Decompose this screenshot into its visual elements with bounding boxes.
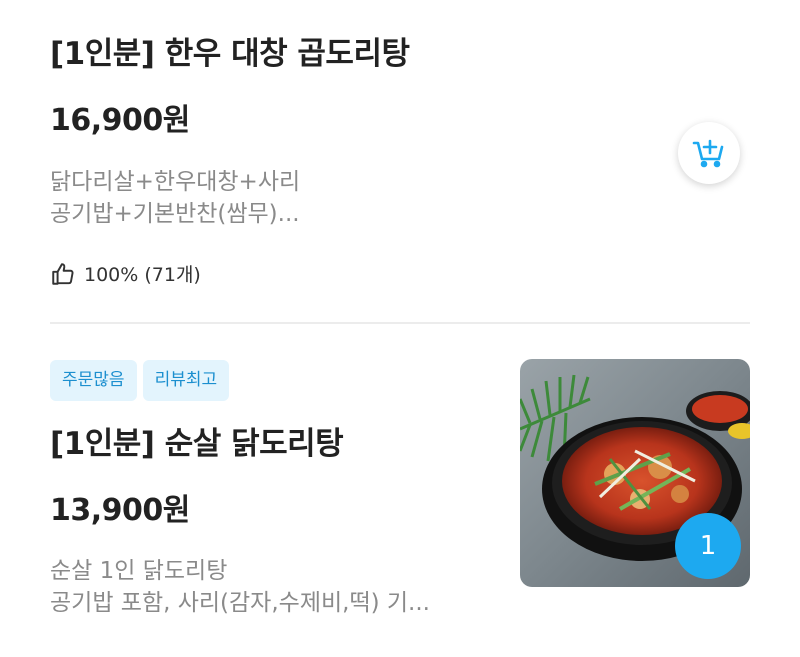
rating: 100% (71개) xyxy=(50,260,201,287)
description-line: 닭다리살+한우대창+사리 xyxy=(50,169,301,195)
description-line: 공기밥+기본반찬(쌈무)... xyxy=(50,201,300,227)
badge-best-review: 리뷰최고 xyxy=(142,360,230,401)
menu-item-description: 닭다리살+한우대창+사리 공기밥+기본반찬(쌈무)... xyxy=(50,166,300,230)
menu-item[interactable]: 주문많음 리뷰최고 [1인분] 순살 닭도리탕 13,900원 순살 1인 닭도… xyxy=(0,325,800,657)
menu-item[interactable]: [1인분] 한우 대창 곱도리탕 16,900원 닭다리살+한우대창+사리 공기… xyxy=(0,0,800,322)
menu-item-title: [1인분] 한우 대창 곱도리탕 xyxy=(50,36,410,72)
add-to-cart-icon xyxy=(692,139,724,168)
menu-item-price: 16,900원 xyxy=(50,103,190,138)
description-line: 순살 1인 닭도리탕 xyxy=(50,558,228,584)
thumbs-up-icon xyxy=(52,262,74,285)
rating-text: 100% (71개) xyxy=(84,264,201,286)
add-to-cart-button[interactable] xyxy=(678,122,740,184)
description-line: 공기밥 포함, 사리(감자,수제비,떡) 기... xyxy=(50,590,430,616)
badge-popular: 주문많음 xyxy=(50,360,137,401)
divider xyxy=(50,322,750,324)
badge-list: 주문많음 리뷰최고 xyxy=(50,360,230,401)
menu-item-price: 13,900원 xyxy=(50,493,190,528)
cart-quantity-badge[interactable]: 1 xyxy=(675,513,741,579)
menu-item-title: [1인분] 순살 닭도리탕 xyxy=(50,426,344,462)
menu-item-description: 순살 1인 닭도리탕 공기밥 포함, 사리(감자,수제비,떡) 기... xyxy=(50,555,430,619)
